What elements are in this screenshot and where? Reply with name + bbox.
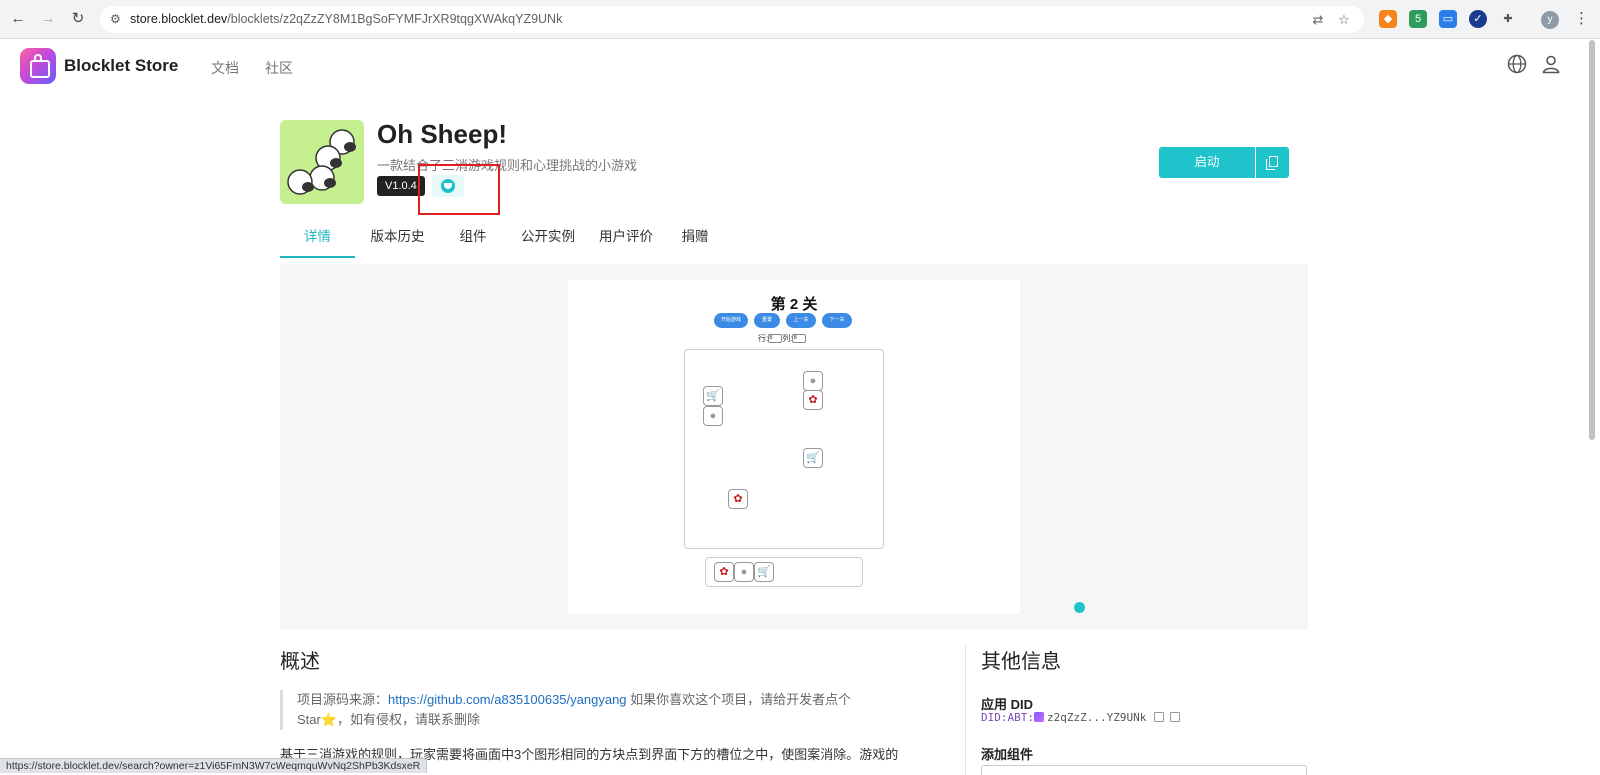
add-components-box[interactable] (981, 765, 1307, 775)
column-divider (965, 645, 966, 775)
bookmark-star-icon[interactable]: ☆ (1336, 12, 1352, 28)
reset-pill: 重置 (754, 313, 780, 328)
start-game-pill: 开始游戏 (714, 313, 748, 328)
reload-icon[interactable]: ↻ (68, 9, 88, 29)
translate-icon[interactable]: ⇄ (1310, 12, 1326, 28)
rose-tile-icon: ✿ (803, 390, 823, 410)
copy-icon (1269, 156, 1278, 167)
next-level-pill: 下一关 (822, 313, 852, 328)
gallery-indicator-dot[interactable] (1074, 602, 1085, 613)
prev-level-pill: 上一关 (786, 313, 816, 328)
quote-suffix: 如果你喜欢这个项目，请给开发者点个 (626, 692, 852, 707)
app-title: Oh Sheep! (377, 119, 508, 149)
language-globe-icon[interactable] (1507, 54, 1527, 74)
ball-tile-icon: ● (803, 371, 823, 391)
tab-components[interactable]: 组件 (443, 222, 503, 258)
quote-prefix: 项目源码来源： (297, 692, 389, 707)
cart-tile-icon: 🛒 (703, 386, 723, 406)
profile-initial: y (1547, 14, 1553, 25)
overview-heading: 概述 (280, 651, 320, 673)
app-logo-sheep (280, 120, 364, 204)
screenshot-gallery: 第 2 关 开始游戏 重置 上一关 下一关 行:8 列:8 🛒 ● ● ✿ 🛒 ✿… (280, 264, 1308, 630)
cart-tile-icon: 🛒 (754, 562, 774, 582)
tile-slot-tray: ✿ ● 🛒 (705, 557, 863, 587)
game-screenshot[interactable]: 第 2 关 开始游戏 重置 上一关 下一关 行:8 列:8 🛒 ● ● ✿ 🛒 ✿… (568, 280, 1085, 614)
user-account-icon[interactable] (1541, 54, 1561, 74)
metamask-extension-icon[interactable]: ◆ (1379, 10, 1397, 28)
tab-details[interactable]: 详情 (280, 222, 355, 258)
did-value[interactable]: z2qZzZ...YZ9UNk (1047, 711, 1146, 724)
copy-launch-link-button[interactable] (1256, 147, 1289, 178)
row-col-selector: 行:8 列:8 (758, 333, 807, 344)
extensions-puzzle-icon[interactable]: ✚ (1499, 10, 1517, 28)
quote-line2: Star⭐，如有侵权，请联系删除 (297, 712, 481, 727)
github-source-link[interactable]: https://github.com/a835100635/yangyang (388, 692, 627, 707)
extension-badge-count: 5 (1414, 13, 1422, 25)
rose-tile-icon: ✿ (714, 562, 734, 582)
tab-version-history[interactable]: 版本历史 (360, 222, 435, 258)
site-info-icon[interactable]: ⚙ (110, 12, 124, 26)
brand-name[interactable]: Blocklet Store (64, 56, 178, 76)
ball-tile-icon: ● (703, 406, 723, 426)
did-avatar-icon (1033, 712, 1044, 722)
cart-tile-icon: 🛒 (803, 448, 823, 468)
tab-donate[interactable]: 捐赠 (670, 222, 720, 258)
other-info-heading: 其他信息 (981, 651, 1061, 673)
forward-icon[interactable]: → (38, 9, 58, 29)
back-icon[interactable]: ← (8, 9, 28, 29)
browser-menu-icon[interactable]: ⋮ (1574, 9, 1589, 29)
link-status-bar: https://store.blocklet.dev/search?owner=… (0, 758, 428, 773)
profile-avatar[interactable]: y (1541, 11, 1559, 29)
level-title: 第 2 关 (770, 296, 818, 313)
browser-toolbar: ← → ↻ ⚙ store.blocklet.dev/blocklets/z2q… (0, 0, 1600, 39)
red-highlight-annotation (418, 164, 500, 215)
launch-button[interactable]: 启动 (1159, 147, 1255, 178)
page-scrollbar[interactable] (1589, 40, 1595, 440)
rose-tile-icon: ✿ (728, 489, 748, 509)
nav-community[interactable]: 社区 (265, 58, 293, 78)
detail-tabs: 详情 版本历史 组件 公开实例 用户评价 捐赠 (280, 222, 1308, 258)
source-quote: 项目源码来源：https://github.com/a835100635/yan… (280, 690, 890, 730)
window-extension-icon[interactable]: ▭ (1439, 10, 1457, 28)
qrcode-icon[interactable] (1170, 712, 1181, 722)
tab-public-instances[interactable]: 公开实例 (512, 222, 584, 258)
game-board: 🛒 ● ● ✿ 🛒 ✿ (684, 349, 884, 549)
nav-docs[interactable]: 文档 (211, 58, 239, 78)
tab-user-reviews[interactable]: 用户评价 (590, 222, 662, 258)
did-prefix: DID:ABT: (981, 711, 1034, 724)
app-description: 一款结合了三消游戏规则和心理挑战的小游戏 (377, 158, 638, 173)
ball-tile-icon: ● (734, 562, 754, 582)
app-did-value: DID:ABT: z2qZzZ...YZ9UNk (981, 711, 1181, 724)
url-text[interactable]: store.blocklet.dev/blocklets/z2qZzZY8M1B… (130, 12, 562, 26)
extension-badge-icon[interactable]: 5 (1409, 10, 1427, 28)
check-extension-icon[interactable]: ✓ (1469, 10, 1487, 28)
site-header: Blocklet Store 文档 社区 (0, 40, 1600, 96)
copy-did-icon[interactable] (1154, 712, 1165, 722)
address-bar[interactable]: ⚙ store.blocklet.dev/blocklets/z2qZzZY8M… (100, 6, 1364, 33)
add-components-label: 添加组件 (981, 747, 1034, 762)
blocklet-store-logo[interactable] (20, 48, 56, 84)
